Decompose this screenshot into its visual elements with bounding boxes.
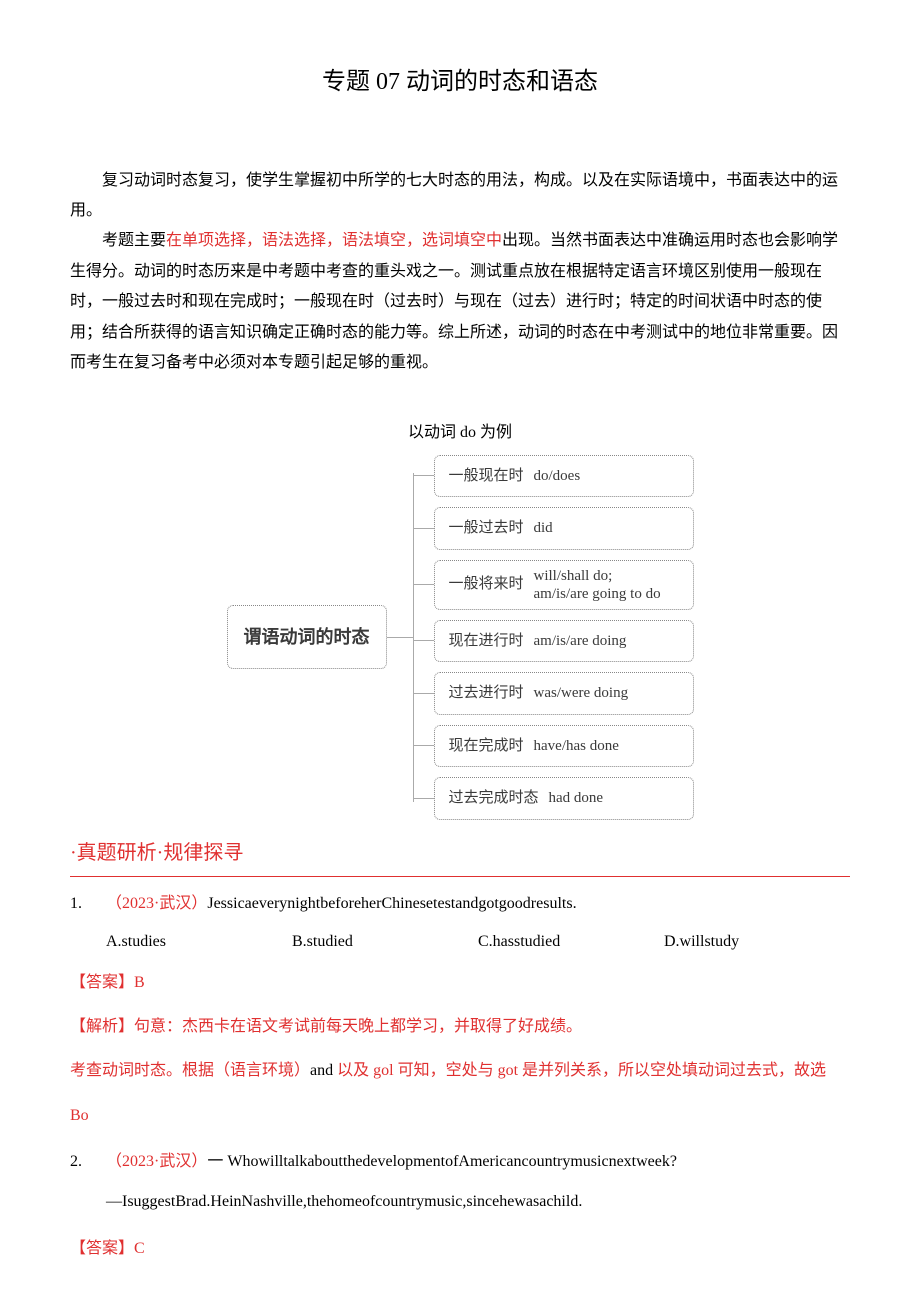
intro-p2a: 考题主要 — [102, 232, 166, 249]
q1-opt-c: C.hasstudied — [478, 927, 664, 957]
leaf-label: 过去进行时 — [449, 679, 524, 708]
q1-opt-a: A.studies — [106, 927, 292, 957]
leaf-row: 一般过去时 did — [414, 507, 694, 550]
q1-number: 1. — [70, 889, 106, 919]
q1-answer: 【答案】B — [70, 968, 850, 998]
q1-year: （2023·武汉） — [106, 895, 207, 912]
leaf-row: 过去进行时 was/were doing — [414, 672, 694, 715]
leaf-label: 一般现在时 — [449, 462, 524, 491]
leaf-row: 一般现在时 do/does — [414, 455, 694, 498]
leaf-form: am/is/are doing — [534, 627, 627, 656]
q1-opt-b: B.studied — [292, 927, 478, 957]
question-2: 2. （2023·武汉）一 Whowilltalkaboutthedevelop… — [70, 1147, 850, 1177]
diagram: 谓语动词的时态 一般现在时 do/does 一般过去时 did — [70, 455, 850, 820]
connector — [387, 637, 413, 638]
q1-options: A.studies B.studied C.hasstudied D.wills… — [70, 927, 850, 957]
diagram-root: 谓语动词的时态 — [227, 605, 387, 669]
question-1: 1. （2023·武汉）JessicaeverynightbeforeherCh… — [70, 889, 850, 919]
q2-year: （2023·武汉） — [106, 1153, 207, 1170]
leaf-form: was/were doing — [534, 679, 629, 708]
intro-p2b: 出现。当然书面表达中准确运用时态也会影响学生得分。动词的时态历来是中考题中考查的… — [70, 232, 838, 371]
leaf-row: 一般将来时 will/shall do; am/is/are going to … — [414, 560, 694, 610]
leaf-row: 现在进行时 am/is/are doing — [414, 620, 694, 663]
leaf-form: did — [534, 514, 553, 543]
leaf-row: 过去完成时态 had done — [414, 777, 694, 820]
intro-p2-red: 在单项选择，语法选择，语法填空，选词填空中 — [166, 232, 502, 249]
leaf-form: have/has done — [534, 732, 619, 761]
intro-p2: 考题主要在单项选择，语法选择，语法填空，选词填空中出现。当然书面表达中准确运用时… — [70, 226, 850, 378]
q2-number: 2. — [70, 1147, 106, 1177]
leaf-form: do/does — [534, 462, 581, 491]
page-title: 专题 07 动词的时态和语态 — [70, 60, 850, 106]
q2-stem: 一 WhowilltalkaboutthedevelopmentofAmeric… — [207, 1153, 677, 1170]
leaf-row: 现在完成时 have/has done — [414, 725, 694, 768]
leaf-label: 现在完成时 — [449, 732, 524, 761]
diagram-caption: 以动词 do 为例 — [70, 418, 850, 448]
leaf-label: 一般将来时 — [449, 570, 524, 599]
leaf-label: 过去完成时态 — [449, 784, 539, 813]
leaf-label: 一般过去时 — [449, 514, 524, 543]
leaf-form: had done — [549, 784, 604, 813]
q1-opt-d: D.willstudy — [664, 927, 850, 957]
q1-analysis-2: 考查动词时态。根据（语言环境）and 以及 gol 可知，空处与 got 是并列… — [70, 1052, 850, 1090]
intro-p1: 复习动词时态复习，使学生掌握初中所学的七大时态的用法，构成。以及在实际语境中，书… — [70, 166, 850, 227]
q1-stem: JessicaeverynightbeforeherChinesetestand… — [207, 895, 576, 912]
section-header: ·真题研析·规律探寻 — [70, 834, 850, 877]
q1-analysis-3: Bo — [70, 1097, 850, 1135]
q1-analysis-1: 【解析】句意：杰西卡在语文考试前每天晚上都学习，并取得了好成绩。 — [70, 1008, 850, 1046]
leaf-form: will/shall do; am/is/are going to do — [534, 567, 661, 603]
q2-answer: 【答案】C — [70, 1234, 850, 1264]
q2-line2: —IsuggestBrad.HeinNashville,thehomeofcou… — [70, 1187, 850, 1217]
leaf-label: 现在进行时 — [449, 627, 524, 656]
